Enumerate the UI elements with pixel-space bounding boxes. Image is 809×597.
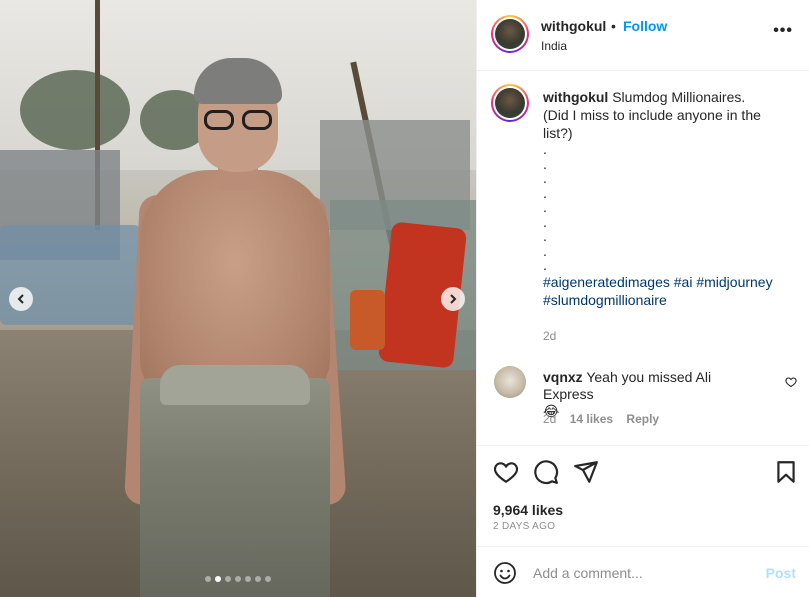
comment-likes[interactable]: 14 likes <box>570 412 613 426</box>
carousel-dot <box>225 576 231 582</box>
comment-composer: Post <box>477 546 809 597</box>
carousel-indicator <box>0 576 476 582</box>
comment-time: 2d <box>543 412 557 426</box>
share-send-icon[interactable] <box>573 459 599 485</box>
post-time: 2 DAYS AGO <box>493 521 556 532</box>
post-panel: withgokul • Follow India ••• withgokul S… <box>476 0 809 597</box>
caption-dot-line: . <box>543 242 547 259</box>
caption-dot-line: . <box>543 170 547 186</box>
post-comment-button[interactable]: Post <box>766 565 796 581</box>
username-link[interactable]: withgokul <box>541 18 606 34</box>
location-link[interactable]: India <box>541 39 567 53</box>
caption-dot-line: . <box>543 228 547 244</box>
comment-username[interactable]: vqnxz <box>543 369 583 385</box>
post-image[interactable] <box>0 0 476 597</box>
caption-text-2: (Did I miss to include anyone in the lis… <box>543 107 761 141</box>
actions-divider <box>477 445 809 446</box>
comment-bubble-icon[interactable] <box>533 459 559 485</box>
carousel-dot <box>245 576 251 582</box>
carousel-dot <box>235 576 241 582</box>
caption-text: Slumdog Millionaires. <box>612 89 746 105</box>
follow-button[interactable]: Follow <box>623 18 667 34</box>
caption-dot-line: . <box>543 213 547 230</box>
more-options-icon[interactable]: ••• <box>773 22 793 40</box>
caption-dots: ......... <box>543 142 793 273</box>
orange-cloth <box>350 290 385 350</box>
person-lungi <box>140 378 330 597</box>
carousel-dot <box>255 576 261 582</box>
likes-count[interactable]: 9,964 likes <box>493 502 563 518</box>
tree-shape <box>20 70 130 150</box>
like-heart-icon[interactable] <box>493 459 519 485</box>
post-header: withgokul • Follow India ••• <box>477 0 809 71</box>
caption-dot-line: . <box>543 199 547 215</box>
carousel-dot <box>265 576 271 582</box>
comment-input[interactable] <box>533 560 753 586</box>
caption-hashtags[interactable]: #aigeneratedimages #ai #midjourney #slum… <box>543 274 773 308</box>
caption-dot-line: . <box>543 184 547 201</box>
comment-avatar[interactable] <box>494 366 526 398</box>
save-bookmark-icon[interactable] <box>773 459 799 485</box>
carousel-prev-button[interactable] <box>9 287 33 311</box>
comment-meta: 2d 14 likes Reply <box>543 412 669 426</box>
chevron-right-icon <box>450 294 457 304</box>
separator-dot: • <box>611 18 616 34</box>
caption-avatar[interactable] <box>491 84 529 122</box>
caption-time: 2d <box>543 329 557 343</box>
comment-like-heart-icon[interactable] <box>785 376 797 388</box>
glasses <box>204 110 274 132</box>
carousel-dot <box>215 576 221 582</box>
carousel-next-button[interactable] <box>441 287 465 311</box>
comment-reply-button[interactable]: Reply <box>626 412 659 426</box>
carousel-dot <box>205 576 211 582</box>
caption-dot-line: . <box>543 141 547 157</box>
caption-dot-line: . <box>543 257 547 273</box>
emoji-smiley-icon[interactable] <box>493 561 517 585</box>
avatar[interactable] <box>491 15 529 53</box>
caption: withgokul Slumdog Millionaires. (Did I m… <box>543 88 793 309</box>
chevron-left-icon <box>17 294 24 304</box>
caption-dot-line: . <box>543 155 547 172</box>
person-waistband <box>160 365 310 405</box>
caption-username[interactable]: withgokul <box>543 89 608 105</box>
